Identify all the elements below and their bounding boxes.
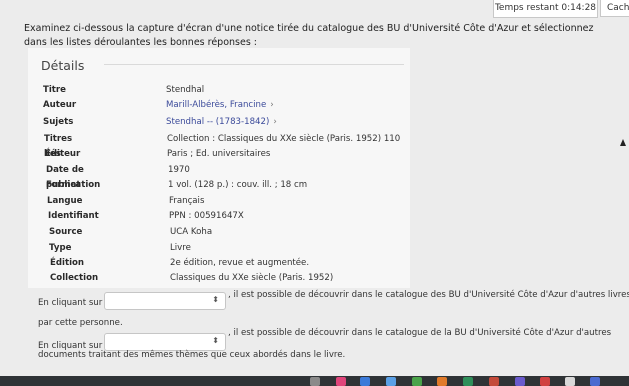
record-label: Format: [46, 180, 81, 190]
record-label: Collection: [50, 273, 99, 283]
record-label: Auteur: [43, 100, 77, 110]
app-icon[interactable]: [489, 377, 499, 386]
app-icon[interactable]: [565, 377, 575, 386]
question-1-prefix: En cliquant sur: [38, 298, 103, 308]
app-icon[interactable]: [437, 377, 447, 386]
record-value: 2e édition, revue et augmentée.: [170, 258, 310, 268]
record-label: Titre: [43, 85, 66, 95]
select-arrows-icon[interactable]: ⬍: [212, 295, 219, 304]
record-details-card: Détails Titre Stendhal Auteur Marill-Alb…: [28, 48, 410, 288]
record-value: Français: [169, 196, 205, 206]
mouse-cursor-icon: [620, 139, 626, 146]
record-label: Type: [49, 243, 72, 253]
chevron-right-icon[interactable]: ›: [270, 100, 273, 110]
record-value: Collection : Classiques du XXe siècle (P…: [167, 134, 401, 144]
app-icon[interactable]: [590, 377, 600, 386]
app-icon[interactable]: [515, 377, 525, 386]
app-icon[interactable]: [310, 377, 320, 386]
record-value: PPN : 00591647X: [169, 211, 244, 221]
record-value: Stendhal: [166, 85, 205, 95]
subject-link-text[interactable]: Stendhal -- (1783-1842): [166, 117, 269, 127]
select-arrows-icon[interactable]: ⬍: [212, 336, 219, 345]
record-label: Identifiant: [48, 211, 99, 221]
app-icon[interactable]: [412, 377, 422, 386]
timer-remaining: Temps restant 0:14:28: [493, 0, 598, 18]
author-link[interactable]: Marill-Albérès, Francine ›: [166, 98, 274, 113]
question-1-select[interactable]: ⬍: [104, 292, 226, 310]
record-details-title: Détails: [41, 58, 85, 73]
record-value: 1970: [168, 165, 190, 175]
record-value: Paris ; Ed. universitaires: [167, 149, 271, 159]
record-label: Source: [49, 227, 83, 237]
app-icon[interactable]: [386, 377, 396, 386]
question-2-suffix: , il est possible de découvrir dans le c…: [228, 328, 612, 338]
record-label: Langue: [47, 196, 83, 206]
subject-link[interactable]: Stendhal -- (1783-1842) ›: [166, 115, 277, 130]
app-icon[interactable]: [336, 377, 346, 386]
hide-timer-button[interactable]: Cache: [600, 0, 629, 17]
chevron-right-icon[interactable]: ›: [273, 117, 276, 127]
app-icon[interactable]: [360, 377, 370, 386]
question-2-select[interactable]: ⬍: [104, 333, 226, 351]
app-icon[interactable]: [540, 377, 550, 386]
question-text: Examinez ci-dessous la capture d'écran d…: [24, 23, 594, 48]
record-label: Éditeur: [45, 149, 81, 159]
divider: [104, 64, 404, 65]
record-value: Livre: [170, 243, 191, 253]
question-1-suffix: , il est possible de découvrir dans le c…: [228, 290, 629, 300]
record-value: Classiques du XXe siècle (Paris. 1952): [170, 273, 334, 283]
record-value: UCA Koha: [170, 227, 213, 237]
author-link-text[interactable]: Marill-Albérès, Francine: [166, 100, 266, 110]
app-icon[interactable]: [463, 377, 473, 386]
record-label: Sujets: [43, 117, 74, 127]
question-1-continuation: par cette personne.: [38, 318, 123, 328]
question-2-continuation: documents traitant des mêmes thèmes que …: [38, 350, 346, 360]
record-value: 1 vol. (128 p.) : couv. ill. ; 18 cm: [168, 180, 308, 190]
record-label: Édition: [50, 258, 85, 268]
